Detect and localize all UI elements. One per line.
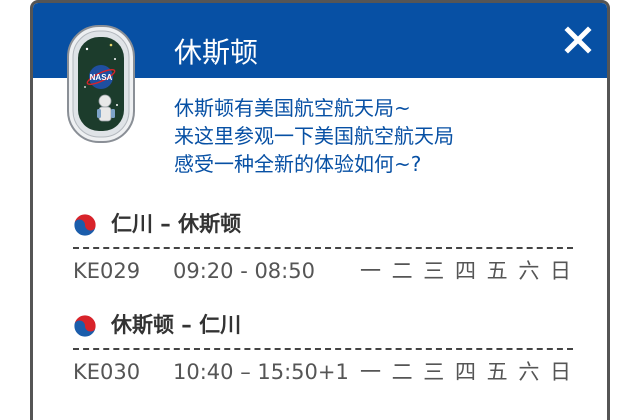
close-button[interactable]: [559, 21, 597, 59]
airplane-window-illustration: NASA: [67, 25, 135, 143]
nasa-badge-text: NASA: [90, 73, 113, 82]
flight-number: KE030: [73, 360, 141, 384]
flight-days: 一 二 三 四 五 六 日: [359, 360, 573, 384]
destination-description: 休斯顿有美国航空航天局~ 来这里参观一下美国航空航天局 感受一种全新的体验如何~…: [174, 94, 594, 178]
korean-air-logo-icon: [73, 314, 97, 338]
route-iah-icn: 休斯顿 – 仁川 KE030 10:40 – 15:50+1 一 二 三 四 五…: [73, 312, 583, 384]
description-line: 感受一种全新的体验如何~?: [174, 152, 422, 176]
route-icn-iah: 仁川 – 休斯顿 KE029 09:20 - 08:50 一 二 三 四 五 六…: [73, 211, 583, 283]
route-title: 仁川 – 休斯顿: [111, 212, 242, 236]
flight-row: KE029 09:20 - 08:50 一 二 三 四 五 六 日: [73, 256, 573, 286]
flight-days: 一 二 三 四 五 六 日: [359, 259, 573, 283]
popup-title: 休斯顿: [174, 36, 259, 69]
description-line: 休斯顿有美国航空航天局~: [174, 96, 411, 120]
route-header: 仁川 – 休斯顿: [73, 211, 583, 237]
popup-card: 休斯顿 NASA 休斯顿有美国航空航天局~ 来这里参观一下美国航空航天局 感受一…: [30, 0, 610, 420]
close-icon: [564, 26, 592, 54]
description-line: 来这里参观一下美国航空航天局: [174, 124, 454, 148]
dashed-divider: [73, 247, 573, 249]
route-title: 休斯顿 – 仁川: [111, 313, 242, 337]
flight-time: 10:40 – 15:50+1: [173, 360, 349, 384]
route-header: 休斯顿 – 仁川: [73, 312, 583, 338]
flight-row: KE030 10:40 – 15:50+1 一 二 三 四 五 六 日: [73, 357, 573, 387]
korean-air-logo-icon: [73, 213, 97, 237]
flight-number: KE029: [73, 259, 141, 283]
flight-time: 09:20 - 08:50: [173, 259, 315, 283]
dashed-divider: [73, 348, 573, 350]
